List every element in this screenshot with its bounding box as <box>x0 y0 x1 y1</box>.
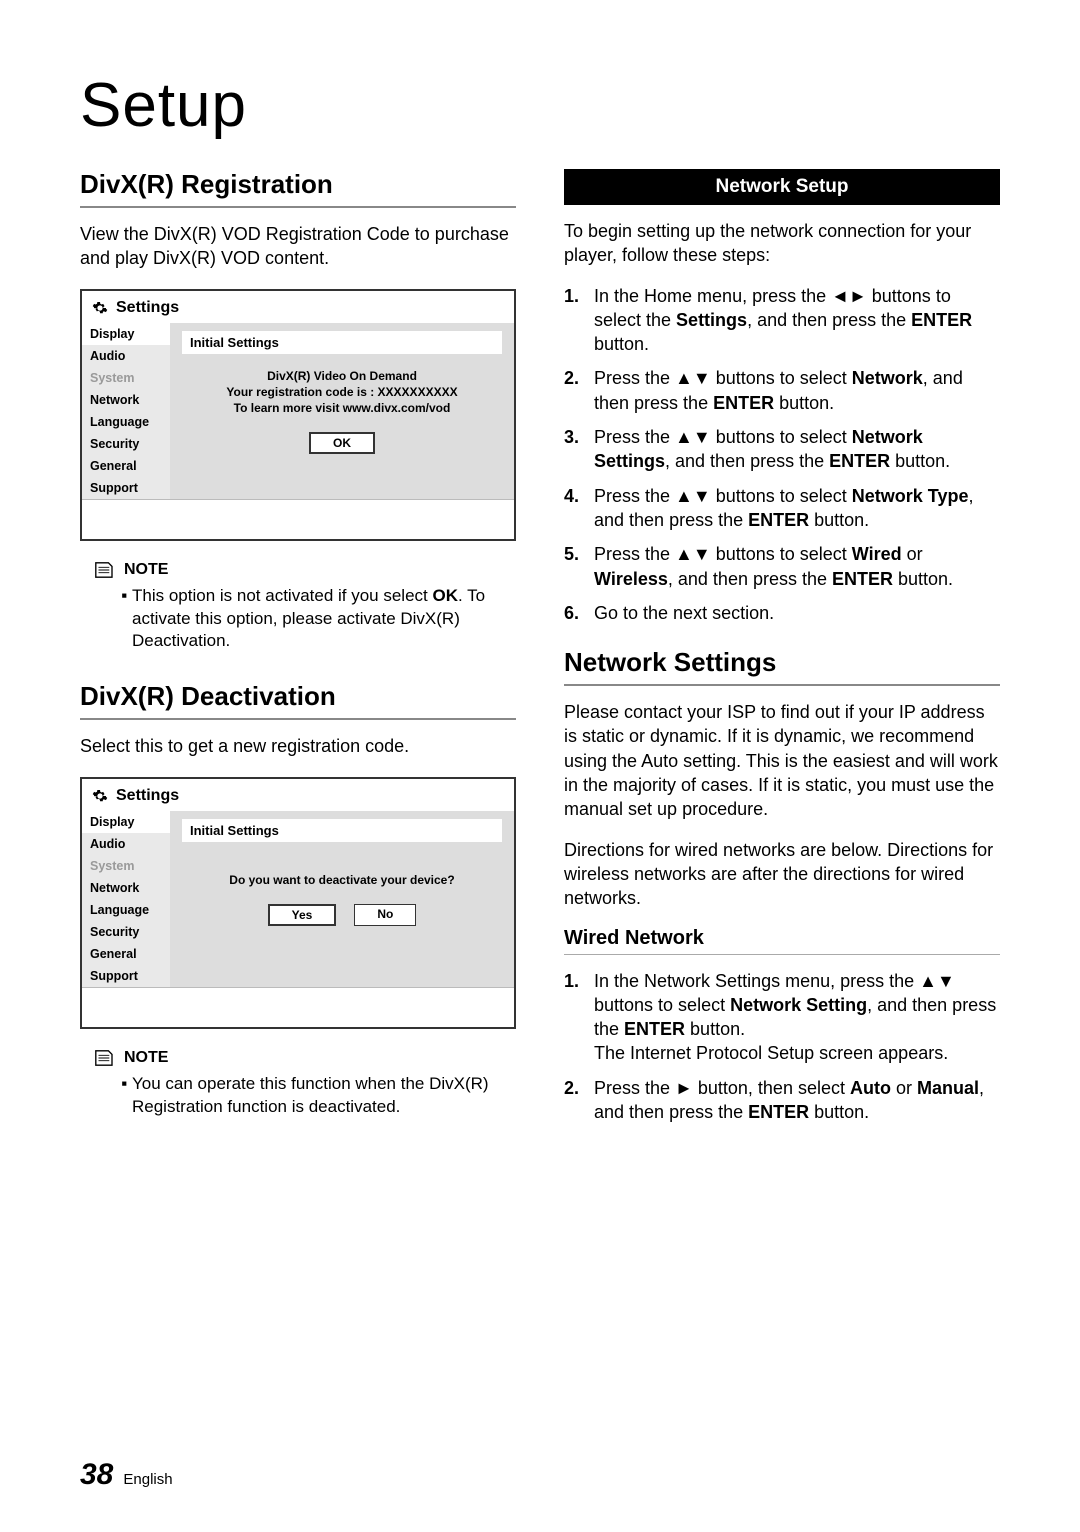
panel-title-text: Settings <box>116 299 179 317</box>
network-settings-heading: Network Settings <box>564 647 1000 686</box>
left-column: DivX(R) Registration View the DivX(R) VO… <box>80 169 516 1147</box>
sidebar-item-system[interactable]: System <box>82 855 170 877</box>
step-item: Press the ▲▼ buttons to select Network, … <box>564 366 1000 415</box>
sidebar-item-security[interactable]: Security <box>82 921 170 943</box>
panel-title-text: Settings <box>116 787 179 805</box>
divx-deactivation-heading: DivX(R) Deactivation <box>80 681 516 720</box>
sidebar-item-audio[interactable]: Audio <box>82 833 170 855</box>
step-item: Press the ▲▼ buttons to select Network S… <box>564 425 1000 474</box>
content-header: Initial Settings <box>182 819 502 842</box>
network-setup-intro: To begin setting up the network connecti… <box>564 219 1000 268</box>
ok-button[interactable]: OK <box>309 432 375 454</box>
settings-side-menu: DisplayAudioSystemNetworkLanguageSecurit… <box>82 323 170 499</box>
page-number: 38 <box>80 1458 113 1492</box>
wired-network-steps: In the Network Settings menu, press the … <box>564 969 1000 1125</box>
note-item: You can operate this function when the D… <box>132 1073 516 1119</box>
sidebar-item-display[interactable]: Display <box>82 811 170 833</box>
gear-icon <box>92 300 108 316</box>
settings-panel-registration: Settings DisplayAudioSystemNetworkLangua… <box>80 289 516 541</box>
sidebar-item-audio[interactable]: Audio <box>82 345 170 367</box>
divx-deactivation-desc: Select this to get a new registration co… <box>80 734 516 758</box>
settings-side-menu: DisplayAudioSystemNetworkLanguageSecurit… <box>82 811 170 987</box>
note-icon <box>92 1049 114 1067</box>
sidebar-item-system[interactable]: System <box>82 367 170 389</box>
step-item: In the Home menu, press the ◄► buttons t… <box>564 284 1000 357</box>
divx-vod-line3: To learn more visit www.divx.com/vod <box>186 400 498 416</box>
note-icon <box>92 561 114 579</box>
sidebar-item-support[interactable]: Support <box>82 477 170 499</box>
step-item: Press the ▲▼ buttons to select Network T… <box>564 484 1000 533</box>
network-setup-steps: In the Home menu, press the ◄► buttons t… <box>564 284 1000 626</box>
no-button[interactable]: No <box>354 904 416 926</box>
note-label: NOTE <box>124 1049 168 1067</box>
sidebar-item-network[interactable]: Network <box>82 877 170 899</box>
content-header: Initial Settings <box>182 331 502 354</box>
wired-network-heading: Wired Network <box>564 927 1000 955</box>
settings-panel-deactivation: Settings DisplayAudioSystemNetworkLangua… <box>80 777 516 1029</box>
sidebar-item-general[interactable]: General <box>82 455 170 477</box>
divx-vod-line2: Your registration code is : XXXXXXXXXX <box>186 384 498 400</box>
page-footer: 38 English <box>80 1458 173 1492</box>
sidebar-item-language[interactable]: Language <box>82 411 170 433</box>
yes-button[interactable]: Yes <box>268 904 337 926</box>
gear-icon <box>92 788 108 804</box>
step-item: Press the ► button, then select Auto or … <box>564 1076 1000 1125</box>
page-title: Setup <box>80 70 1000 141</box>
step-item: Go to the next section. <box>564 601 1000 625</box>
note-item: This option is not activated if you sele… <box>132 585 516 654</box>
divx-registration-desc: View the DivX(R) VOD Registration Code t… <box>80 222 516 271</box>
network-setup-bar: Network Setup <box>564 169 1000 205</box>
network-settings-p1: Please contact your ISP to find out if y… <box>564 700 1000 821</box>
deactivate-question: Do you want to deactivate your device? <box>186 872 498 888</box>
step-item: Press the ▲▼ buttons to select Wired or … <box>564 542 1000 591</box>
sidebar-item-display[interactable]: Display <box>82 323 170 345</box>
step-item: In the Network Settings menu, press the … <box>564 969 1000 1066</box>
right-column: Network Setup To begin setting up the ne… <box>564 169 1000 1147</box>
sidebar-item-support[interactable]: Support <box>82 965 170 987</box>
sidebar-item-language[interactable]: Language <box>82 899 170 921</box>
sidebar-item-security[interactable]: Security <box>82 433 170 455</box>
sidebar-item-network[interactable]: Network <box>82 389 170 411</box>
note-label: NOTE <box>124 561 168 579</box>
page-language: English <box>123 1471 172 1488</box>
network-settings-p2: Directions for wired networks are below.… <box>564 838 1000 911</box>
divx-vod-line1: DivX(R) Video On Demand <box>186 368 498 384</box>
sidebar-item-general[interactable]: General <box>82 943 170 965</box>
divx-registration-heading: DivX(R) Registration <box>80 169 516 208</box>
